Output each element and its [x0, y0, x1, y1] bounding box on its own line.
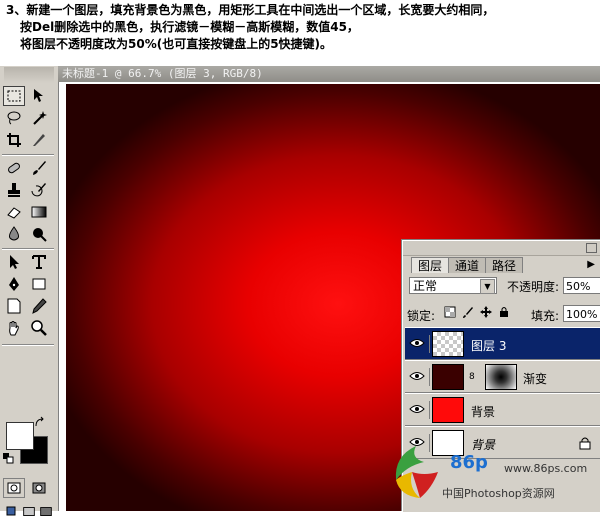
- close-icon[interactable]: [586, 243, 597, 253]
- eye-icon[interactable]: [408, 369, 426, 383]
- watermark-url: www.86ps.com: [504, 462, 588, 475]
- foreground-color-swatch[interactable]: [6, 422, 34, 450]
- tab-layers[interactable]: 图层: [411, 257, 450, 273]
- layer-name: 背景: [471, 405, 496, 419]
- standard-mode-icon[interactable]: [3, 478, 25, 498]
- shape-icon[interactable]: [28, 274, 50, 294]
- pen-icon[interactable]: [3, 274, 25, 294]
- dodge-icon[interactable]: [28, 224, 50, 244]
- panel-title-bar[interactable]: [403, 241, 600, 256]
- instruction-text: 3、新建一个图层，填充背景色为黑色，用矩形工具在中间选出一个区域，长宽要大约相同…: [6, 2, 596, 53]
- layer-divider: [429, 335, 431, 353]
- chevron-down-icon: ▼: [480, 279, 495, 294]
- layer-row[interactable]: 8 渐变: [405, 360, 600, 393]
- layer-thumbnail: [432, 331, 464, 357]
- tab-paths[interactable]: 路径: [485, 257, 524, 273]
- toolbox-divider: [2, 154, 54, 156]
- crop-icon[interactable]: [3, 130, 25, 150]
- lock-position-icon[interactable]: [479, 305, 493, 319]
- toolbox-divider: [2, 248, 54, 250]
- document-title-bar[interactable]: 未标题-1 @ 66.7% (图层 3, RGB/8): [58, 66, 600, 82]
- instruction-line-1: 3、新建一个图层，填充背景色为黑色，用矩形工具在中间选出一个区域，长宽要大约相同…: [6, 3, 495, 17]
- eraser-icon[interactable]: [3, 202, 25, 222]
- quick-mask-icon[interactable]: [28, 478, 50, 498]
- screen-mode-full-menu-icon[interactable]: [21, 502, 37, 522]
- watermark: 86p www.86ps.com 中国Photoshop资源网: [386, 440, 600, 511]
- default-colors-icon[interactable]: [2, 452, 14, 464]
- layer-divider: [429, 368, 431, 386]
- instruction-line-2: 按Del删除选中的黑色，执行滤镜－模糊－高斯模糊，数值45，: [20, 20, 359, 34]
- swap-colors-icon[interactable]: [34, 416, 46, 428]
- panel-tabs: 图层 通道 路径: [411, 257, 524, 273]
- layer-row[interactable]: 图层 3: [405, 327, 600, 360]
- eyedropper-icon[interactable]: [28, 296, 50, 316]
- layer-name: 图层 3: [471, 339, 507, 353]
- brush-icon[interactable]: [28, 158, 50, 178]
- zoom-icon[interactable]: [28, 318, 50, 338]
- layer-mask-thumbnail[interactable]: [485, 364, 517, 390]
- blur-icon[interactable]: [3, 224, 25, 244]
- stamp-icon[interactable]: [3, 180, 25, 200]
- lock-all-icon[interactable]: [497, 305, 511, 319]
- layer-thumbnail: [432, 364, 464, 390]
- notes-icon[interactable]: [3, 296, 25, 316]
- eye-icon[interactable]: [408, 402, 426, 416]
- layer-name: 渐变: [523, 372, 548, 386]
- lasso-icon[interactable]: [3, 108, 25, 128]
- watermark-text: 中国Photoshop资源网: [442, 487, 555, 500]
- move-icon[interactable]: [28, 86, 50, 106]
- tab-channels[interactable]: 通道: [448, 257, 487, 273]
- eye-icon[interactable]: [408, 336, 426, 350]
- path-select-icon[interactable]: [3, 252, 25, 272]
- lock-pixels-icon[interactable]: [461, 305, 475, 319]
- marquee-icon[interactable]: [3, 86, 25, 106]
- panel-menu-icon[interactable]: ▶: [587, 259, 595, 270]
- fill-input[interactable]: 100%: [563, 305, 600, 322]
- link-icon[interactable]: 8: [469, 372, 475, 382]
- instruction-line-3: 将图层不透明度改为50%(也可直接按键盘上的5快捷键)。: [20, 37, 333, 51]
- layer-thumbnail: [432, 397, 464, 423]
- gradient-icon[interactable]: [28, 202, 50, 222]
- opacity-label: 不透明度:: [507, 280, 560, 294]
- hand-icon[interactable]: [3, 318, 25, 338]
- opacity-input[interactable]: 50%: [563, 277, 600, 294]
- fill-label: 填充:: [531, 309, 560, 323]
- watermark-logo: [395, 446, 438, 498]
- magic-wand-icon[interactable]: [28, 108, 50, 128]
- blend-mode-select[interactable]: 正常 ▼: [409, 277, 497, 294]
- lock-transparency-icon[interactable]: [443, 305, 457, 319]
- layer-row[interactable]: 背景: [405, 393, 600, 426]
- blend-mode-value: 正常: [413, 279, 438, 293]
- toolbox: [0, 66, 59, 516]
- type-icon[interactable]: [28, 252, 50, 272]
- healing-icon[interactable]: [3, 158, 25, 178]
- toolbox-header[interactable]: [4, 67, 54, 83]
- layer-divider: [429, 401, 431, 419]
- lock-label: 锁定:: [407, 309, 436, 323]
- watermark-number: 86p: [450, 452, 488, 473]
- history-brush-icon[interactable]: [28, 180, 50, 200]
- toolbox-divider: [2, 344, 54, 346]
- slice-icon[interactable]: [28, 130, 50, 150]
- screen-mode-full-icon[interactable]: [38, 502, 54, 522]
